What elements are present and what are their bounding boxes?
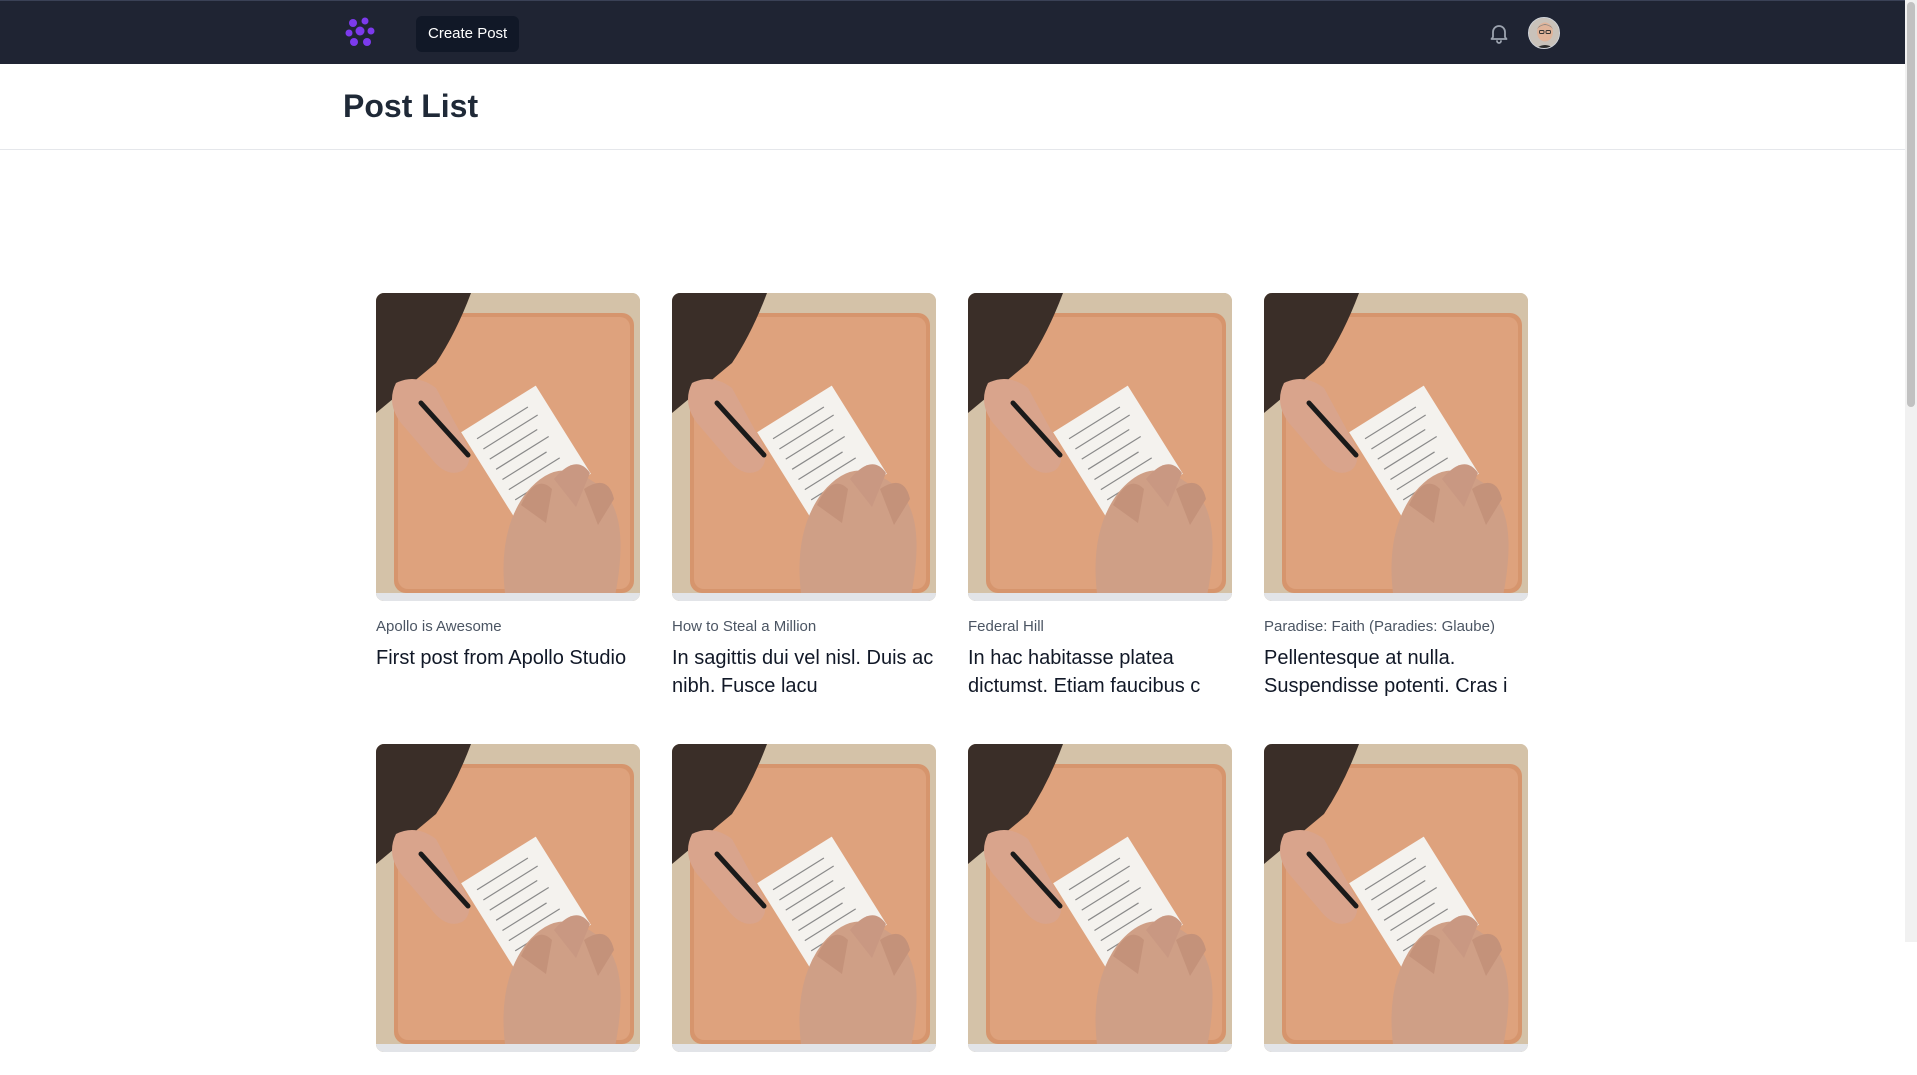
- bell-icon[interactable]: [1487, 21, 1511, 45]
- post-thumbnail[interactable]: [376, 293, 640, 601]
- post-card[interactable]: [376, 744, 640, 1075]
- post-card[interactable]: Paradise: Faith (Paradies: Glaube) Pellen…: [1264, 293, 1528, 700]
- scrollbar-thumb[interactable]: [1907, 2, 1915, 407]
- top-navbar: Create Post: [0, 0, 1905, 64]
- post-card[interactable]: Apollo is Awesome First post from Apollo …: [376, 293, 640, 700]
- post-card[interactable]: How to Steal a Million In sagittis dui ve…: [672, 293, 936, 700]
- post-thumbnail[interactable]: [968, 293, 1232, 601]
- post-category: How to Steal a Million: [672, 618, 817, 635]
- post-thumbnail[interactable]: [968, 744, 1232, 1052]
- user-avatar[interactable]: [1528, 17, 1560, 49]
- create-post-button[interactable]: Create Post: [416, 16, 520, 52]
- post-card[interactable]: Federal Hill In hac habitasse platea dict…: [968, 293, 1232, 700]
- post-title[interactable]: In sagittis dui vel nisl. Duis ac nibh. …: [672, 644, 936, 700]
- post-title[interactable]: Pellentesque at nulla. Suspendisse poten…: [1264, 644, 1528, 700]
- page-title: Post List: [343, 88, 479, 124]
- post-category: Paradise: Faith (Paradies: Glaube): [1264, 618, 1495, 635]
- purple-dots-logo-icon[interactable]: [343, 15, 377, 49]
- post-thumbnail[interactable]: [376, 744, 640, 1052]
- page-header: Post List: [0, 64, 1905, 150]
- post-grid: Apollo is Awesome First post from Apollo …: [376, 293, 1528, 1075]
- post-thumbnail[interactable]: [672, 293, 936, 601]
- post-card[interactable]: [1264, 744, 1528, 1075]
- post-category: Federal Hill: [968, 618, 1044, 635]
- post-title[interactable]: First post from Apollo Studio: [376, 644, 640, 672]
- post-title[interactable]: In hac habitasse platea dictumst. Etiam …: [968, 644, 1232, 700]
- post-card[interactable]: [968, 744, 1232, 1075]
- post-thumbnail[interactable]: [1264, 744, 1528, 1052]
- post-thumbnail[interactable]: [672, 744, 936, 1052]
- post-category: Apollo is Awesome: [376, 618, 502, 635]
- post-thumbnail[interactable]: [1264, 293, 1528, 601]
- post-card[interactable]: [672, 744, 936, 1075]
